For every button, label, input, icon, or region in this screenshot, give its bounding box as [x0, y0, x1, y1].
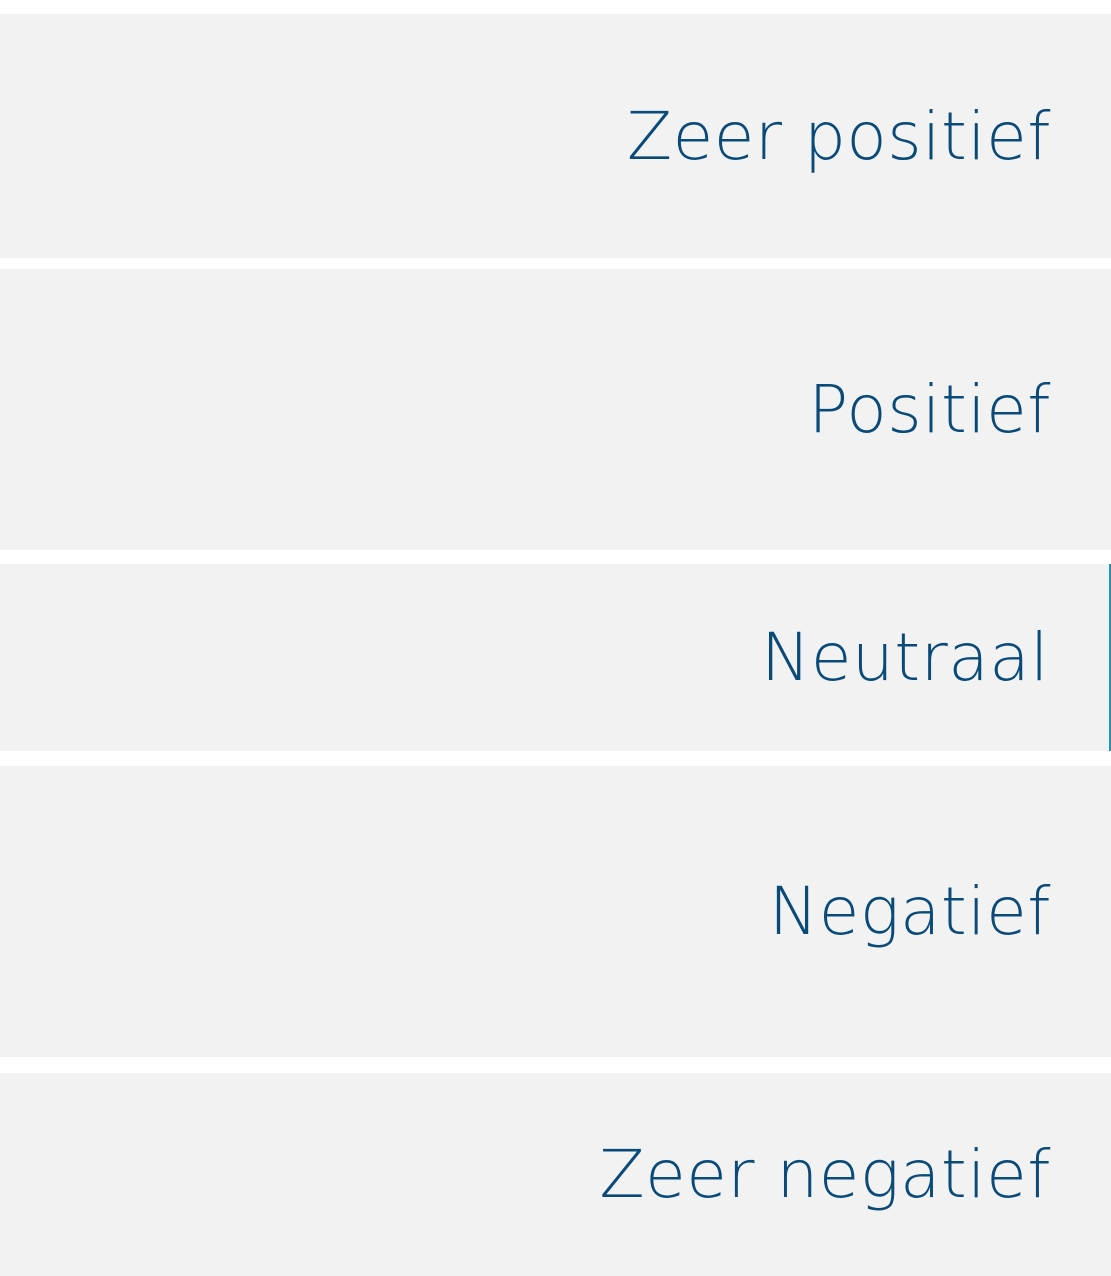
option-positief[interactable]: Positief: [0, 269, 1111, 550]
rating-options-list: Zeer positief Positief Neutraal Negatief…: [0, 0, 1111, 1276]
option-negatief[interactable]: Negatief: [0, 766, 1111, 1057]
option-neutraal[interactable]: Neutraal: [0, 564, 1111, 751]
option-label: Negatief: [768, 873, 1051, 950]
option-zeer-negatief[interactable]: Zeer negatief: [0, 1073, 1111, 1276]
option-label: Zeer negatief: [599, 1136, 1051, 1213]
option-zeer-positief[interactable]: Zeer positief: [0, 14, 1111, 258]
option-label: Positief: [808, 371, 1051, 448]
option-label: Neutraal: [760, 619, 1049, 696]
option-label: Zeer positief: [626, 97, 1051, 175]
